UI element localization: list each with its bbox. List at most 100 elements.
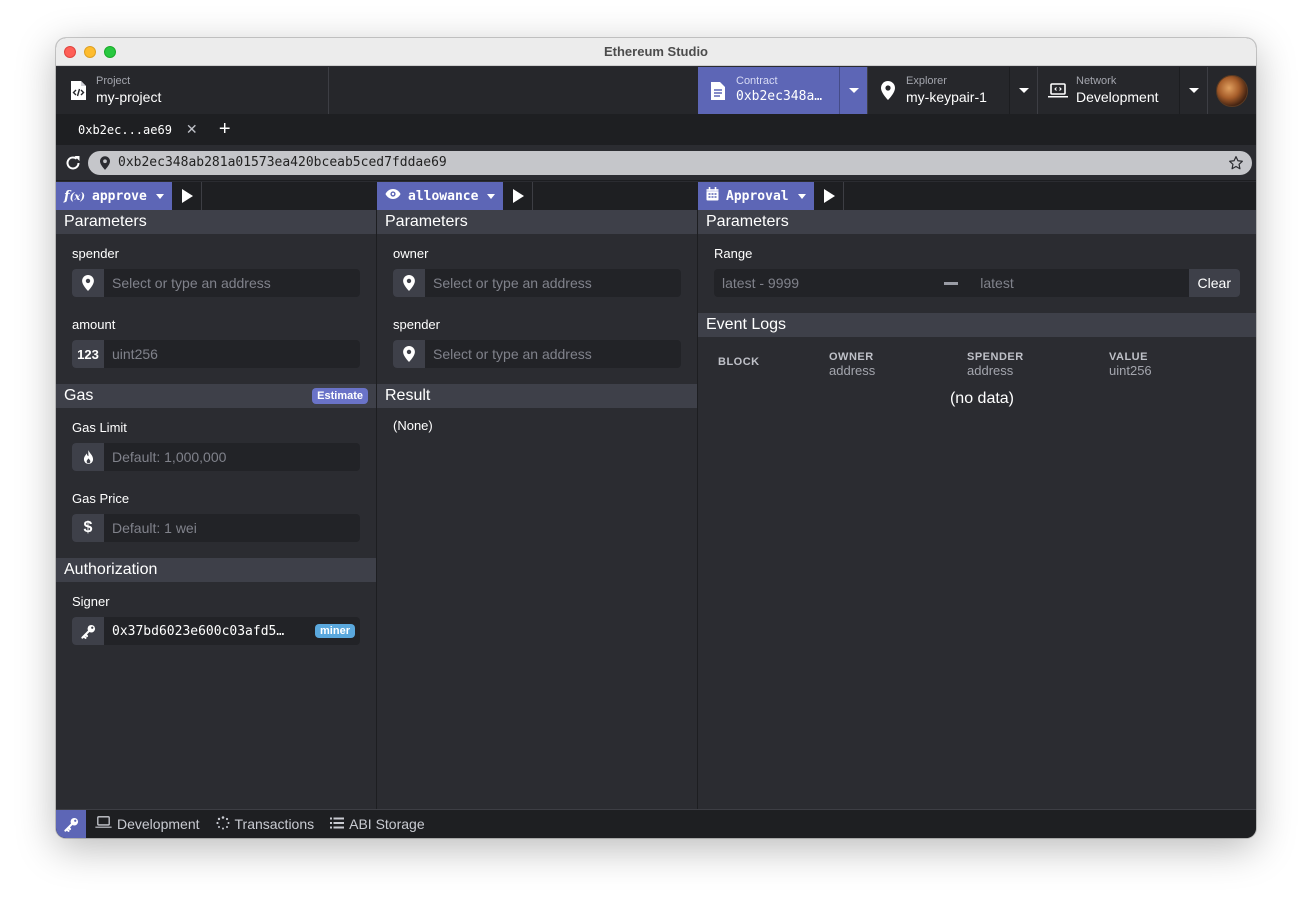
maximize-window-button[interactable] (104, 46, 116, 58)
star-icon[interactable] (1228, 155, 1244, 171)
map-pin-icon (393, 269, 425, 297)
allowance-function-selector[interactable]: allowance (377, 182, 504, 210)
explorer-selector[interactable]: Explorer my-keypair-1 (868, 67, 1038, 114)
contract-selector[interactable]: Contract 0xb2ec348a… (698, 67, 868, 114)
column-type: address (967, 363, 1014, 378)
column-name: VALUE (1109, 351, 1148, 363)
param-spender: spender Select or type an address (56, 234, 376, 305)
run-allowance-button[interactable] (503, 182, 534, 210)
close-tab-icon[interactable]: ✕ (186, 121, 198, 138)
project-label: Project (96, 75, 131, 87)
column-header: OWNER address (829, 351, 967, 378)
bottom-item-transactions[interactable]: Transactions (215, 815, 315, 833)
field-label: amount (72, 317, 116, 332)
map-pin-icon (100, 155, 110, 170)
panels: f(x) approve Parameters spender Select o… (56, 182, 1256, 809)
param-spender: spender Select or type an address (377, 305, 697, 376)
contract-dropdown-button[interactable] (839, 67, 867, 114)
map-pin-icon (72, 269, 104, 297)
section-title: Gas (64, 387, 94, 404)
input-placeholder: Default: 1,000,000 (112, 449, 227, 465)
minimize-window-button[interactable] (84, 46, 96, 58)
signer-select[interactable]: 0x37bd6023e600c03afd5… miner (72, 617, 360, 645)
section-header-parameters: Parameters (377, 210, 697, 234)
address-bar: 0xb2ec348ab281a01573ea420bceab5ced7fddae… (56, 145, 1256, 181)
tab-contract[interactable]: 0xb2ec...ae69 ✕ (56, 114, 206, 145)
explorer-dropdown-button[interactable] (1009, 67, 1037, 114)
bottom-item-abi-storage[interactable]: ABI Storage (330, 816, 425, 832)
estimate-gas-button[interactable]: Estimate (312, 388, 368, 404)
flame-icon (72, 443, 104, 471)
column-type: uint256 (1109, 363, 1152, 378)
allowance-panel: allowance Parameters owner Select or typ… (377, 182, 698, 809)
window-controls (64, 46, 116, 58)
table-header: BLOCK OWNER address SPENDER address VALU… (718, 351, 1246, 378)
chevron-down-icon (155, 193, 164, 199)
event-name: Approval (726, 188, 789, 204)
add-tab-button[interactable]: + (212, 114, 238, 145)
approval-event-selector[interactable]: Approval (698, 182, 814, 210)
top-header: Project my-project Contract 0xb2ec348a… … (56, 67, 1256, 114)
app-window: Ethereum Studio Project my-project Contr… (56, 38, 1256, 838)
amount-input[interactable]: 123 uint256 (72, 340, 360, 368)
range-to-input[interactable]: latest (972, 275, 1188, 291)
field-label: Gas Price (72, 491, 130, 506)
range-from-input[interactable]: latest - 9999 (714, 275, 930, 291)
function-name: allowance (408, 188, 479, 204)
column-name: OWNER (829, 351, 874, 363)
field-label: Signer (72, 594, 110, 609)
section-title: Event Logs (706, 316, 787, 333)
clear-range-button[interactable]: Clear (1188, 269, 1240, 297)
approve-toolbar: f(x) approve (56, 182, 376, 210)
window-title: Ethereum Studio (603, 44, 708, 59)
param-owner: owner Select or type an address (377, 234, 697, 305)
spender-input[interactable]: Select or type an address (393, 340, 681, 368)
approve-function-selector[interactable]: f(x) approve (56, 182, 172, 210)
chevron-down-icon (797, 193, 806, 199)
run-approve-button[interactable] (172, 182, 202, 210)
field-label: Gas Limit (72, 420, 127, 435)
network-selector[interactable]: Network Development (1038, 67, 1208, 114)
input-placeholder: Select or type an address (112, 275, 271, 291)
section-title: Parameters (64, 213, 147, 230)
input-placeholder: Default: 1 wei (112, 520, 197, 536)
range-field: Range latest - 9999 latest Clear (698, 234, 1256, 305)
field-label: owner (393, 246, 429, 261)
param-amount: amount 123 uint256 (56, 305, 376, 376)
title-bar: Ethereum Studio (56, 38, 1256, 66)
gas-price-input[interactable]: $ Default: 1 wei (72, 514, 360, 542)
section-header-parameters: Parameters (698, 210, 1256, 234)
spender-input[interactable]: Select or type an address (72, 269, 360, 297)
section-title: Result (385, 387, 431, 404)
bottom-item-label: Transactions (234, 816, 315, 832)
key-icon (72, 617, 104, 645)
miner-badge: miner (315, 624, 355, 638)
url-text: 0xb2ec348ab281a01573ea420bceab5ced7fddae… (118, 155, 447, 170)
contract-address: 0xb2ec348a… (736, 89, 823, 104)
approval-toolbar: Approval (698, 182, 1256, 210)
url-input[interactable]: 0xb2ec348ab281a01573ea420bceab5ced7fddae… (88, 150, 1252, 175)
event-logs-table: BLOCK OWNER address SPENDER address VALU… (698, 351, 1256, 408)
column-name: SPENDER (967, 351, 1024, 363)
no-data-message: (no data) (949, 390, 1015, 407)
section-title: Parameters (385, 213, 468, 230)
network-name: Development (1076, 89, 1159, 105)
bottom-item-development[interactable]: Development (95, 816, 200, 832)
bottom-bar: Development Transactions ABI Storage (56, 809, 1256, 838)
refresh-icon[interactable] (58, 155, 88, 171)
project-selector[interactable]: Project my-project (56, 67, 329, 114)
user-avatar-button[interactable] (1208, 67, 1256, 114)
signer-value-wrap: 0x37bd6023e600c03afd5… (104, 617, 315, 645)
close-window-button[interactable] (64, 46, 76, 58)
spinner-icon (215, 815, 230, 833)
section-header-gas: Gas Estimate (56, 384, 376, 408)
gas-limit-input[interactable]: Default: 1,000,000 (72, 443, 360, 471)
owner-input[interactable]: Select or type an address (393, 269, 681, 297)
network-dropdown-button[interactable] (1179, 67, 1207, 114)
explorer-keypair: my-keypair-1 (906, 89, 987, 105)
run-approval-query-button[interactable] (814, 182, 844, 210)
key-icon[interactable] (56, 809, 86, 838)
list-icon (330, 816, 345, 832)
allowance-toolbar: allowance (377, 182, 697, 210)
gas-limit-field: Gas Limit Default: 1,000,000 (56, 408, 376, 479)
